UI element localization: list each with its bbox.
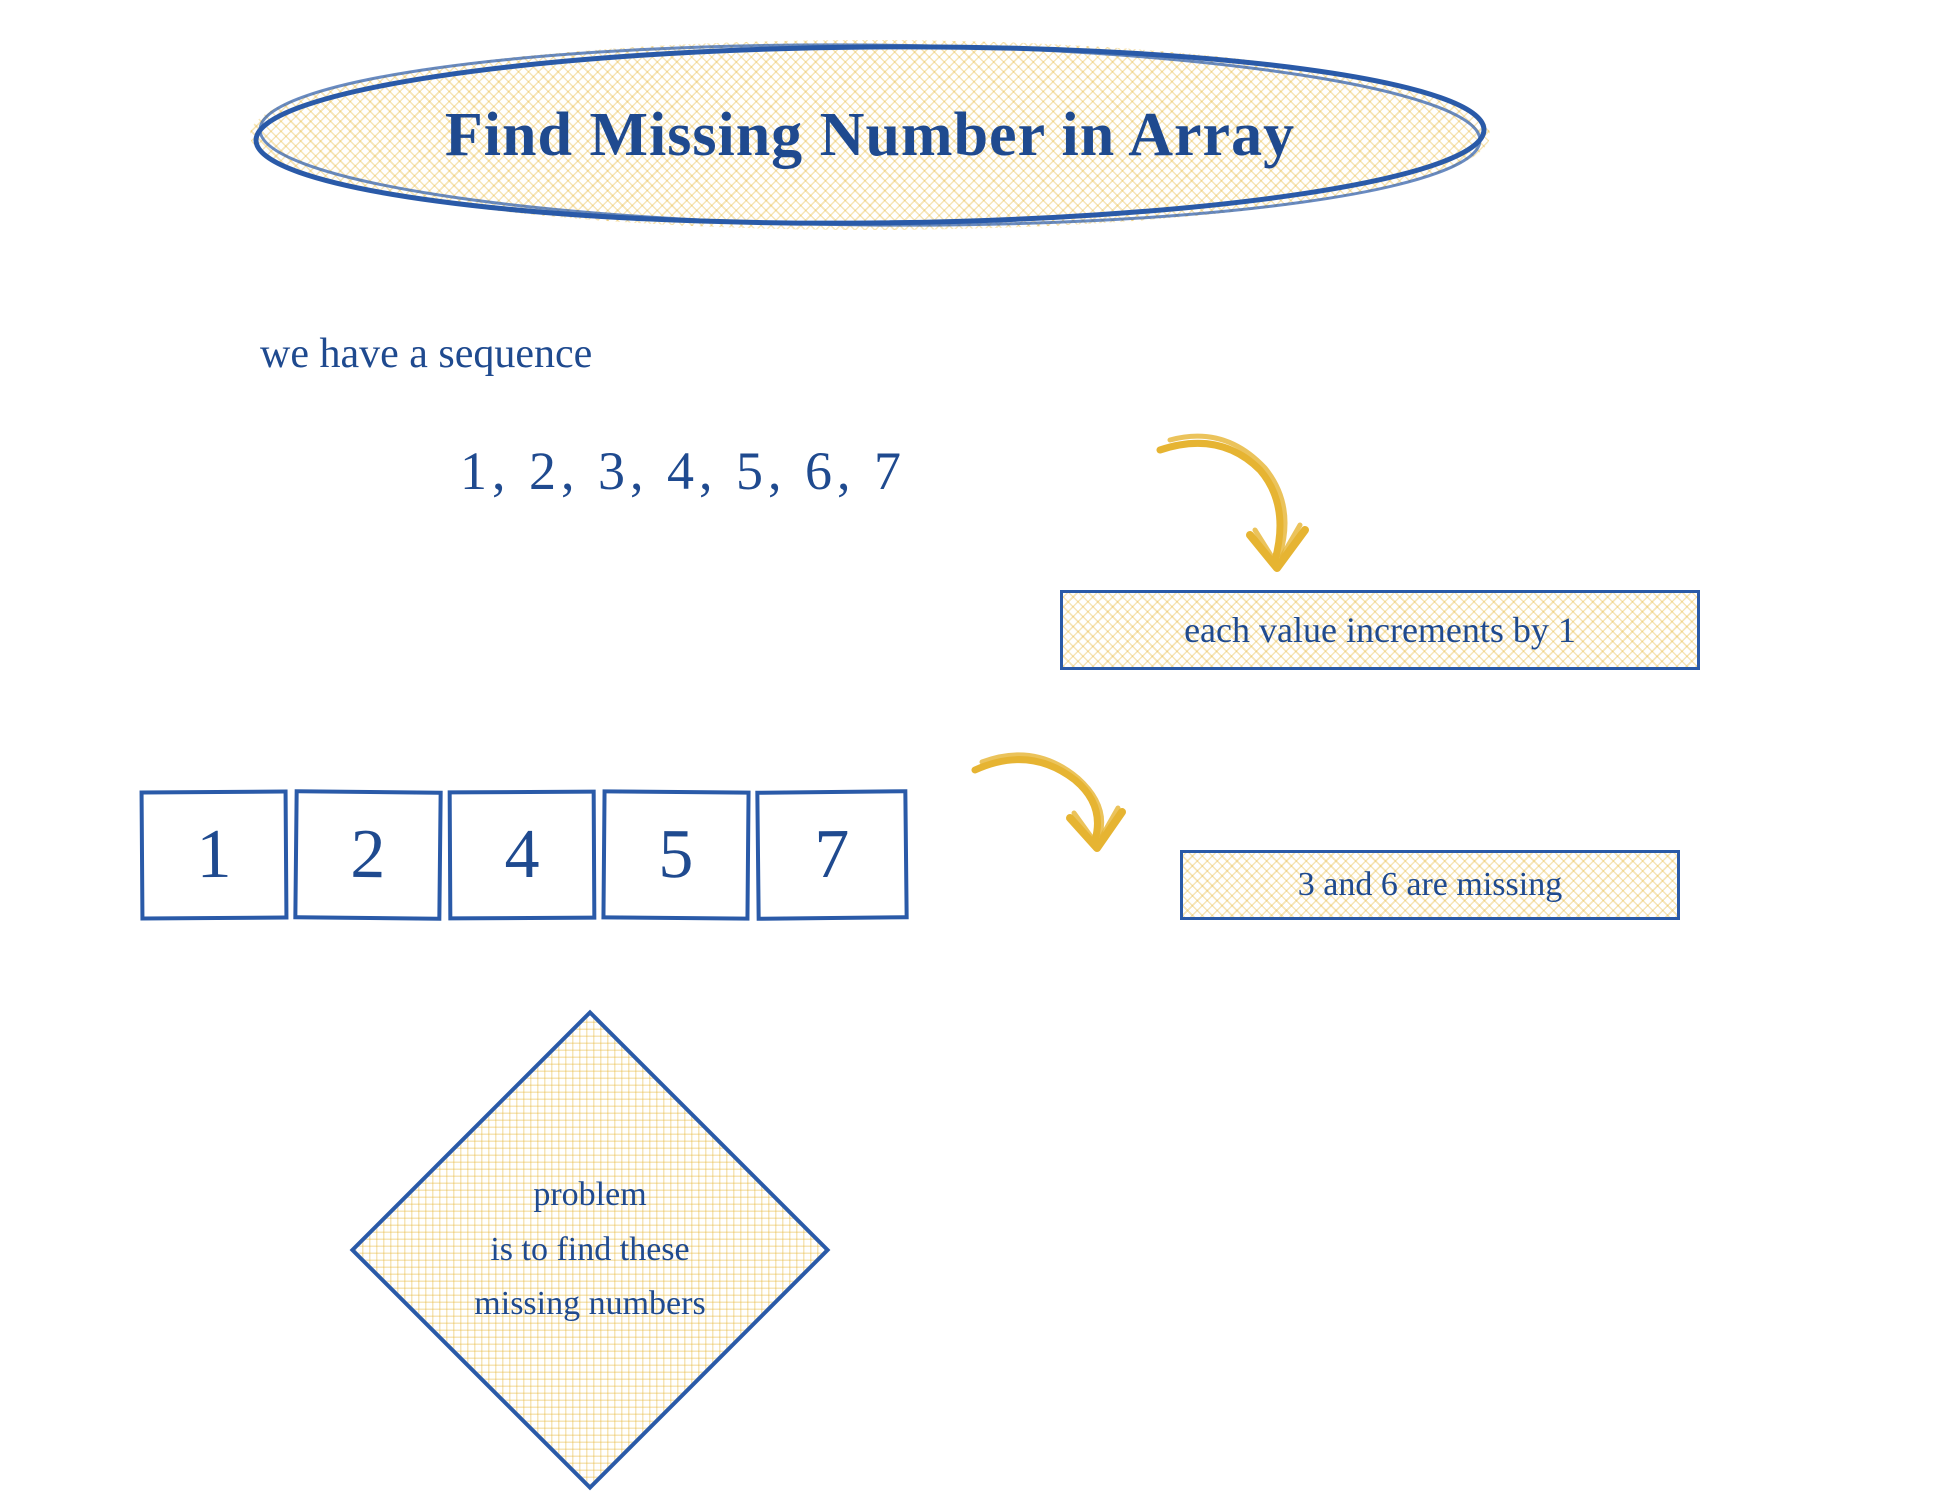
- array-row: 1 2 4 5 7: [140, 790, 908, 920]
- sequence-numbers: 1, 2, 3, 4, 5, 6, 7: [460, 440, 906, 502]
- title-ellipse: Find Missing Number in Array: [250, 40, 1490, 230]
- callout-increment: each value increments by 1: [1060, 590, 1700, 670]
- callout-missing: 3 and 6 are missing: [1180, 850, 1680, 920]
- diagram-canvas: Find Missing Number in Array we have a s…: [0, 0, 1958, 1498]
- page-title: Find Missing Number in Array: [250, 40, 1490, 230]
- array-cell: 2: [293, 789, 442, 921]
- array-cell: 5: [601, 789, 750, 920]
- problem-diamond: problem is to find these missing numbers: [350, 1010, 830, 1490]
- array-cell: 4: [448, 790, 597, 921]
- array-cell: 1: [140, 789, 289, 920]
- diamond-line: is to find these: [490, 1223, 689, 1277]
- diamond-line: problem: [533, 1168, 646, 1222]
- sequence-label: we have a sequence: [260, 330, 592, 378]
- arrow-icon: [960, 740, 1160, 870]
- diamond-line: missing numbers: [474, 1277, 705, 1331]
- arrow-icon: [1140, 420, 1340, 600]
- array-cell: 7: [755, 789, 908, 921]
- diamond-text: problem is to find these missing numbers: [350, 1010, 830, 1490]
